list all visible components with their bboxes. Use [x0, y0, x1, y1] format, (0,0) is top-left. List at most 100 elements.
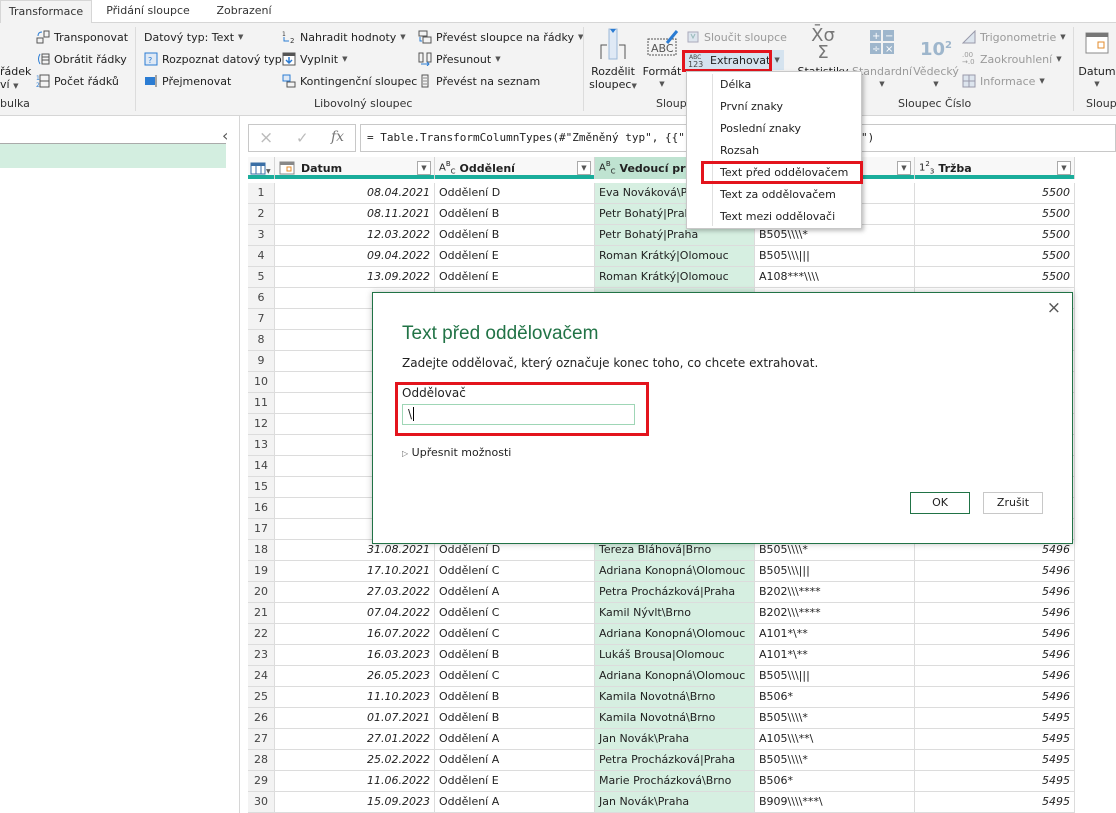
cell-kod[interactable]: A101*\** [755, 624, 915, 644]
cell-trzba[interactable]: 5500 [915, 225, 1075, 245]
cell-kod[interactable]: A108***\\\\ [755, 267, 915, 287]
cell-datum[interactable]: 13.09.2022 [275, 267, 435, 287]
cell-kod[interactable]: A101*\** [755, 645, 915, 665]
row-number[interactable]: 28 [248, 750, 275, 770]
cell-datum[interactable]: 26.05.2023 [275, 666, 435, 686]
filter-dropdown-icon[interactable]: ▼ [417, 161, 431, 175]
rename-button[interactable]: Přejmenovat [144, 72, 231, 90]
fx-icon[interactable]: fx [331, 129, 344, 145]
detect-data-type-button[interactable]: ? Rozpoznat datový typ [144, 50, 282, 68]
table-row[interactable]: 3 12.03.2022 Oddělení B Petr Bohatý|Praha B5… [248, 225, 1075, 246]
cell-kod[interactable]: A105\\\**\ [755, 729, 915, 749]
close-icon[interactable]: × [1047, 298, 1061, 318]
tab-pridani-sloupce[interactable]: Přidání sloupce [96, 0, 200, 23]
cell-oddeleni[interactable]: Oddělení B [435, 687, 595, 707]
cell-kod[interactable]: B505\\\||| [755, 666, 915, 686]
cell-oddeleni[interactable]: Oddělení B [435, 225, 595, 245]
table-row[interactable]: 25 11.10.2023 Oddělení B Kamila Novotná\Brn… [248, 687, 1075, 708]
table-row[interactable]: 2 08.11.2021 Oddělení B Petr Bohatý|Praha 55… [248, 204, 1075, 225]
cell-datum[interactable]: 08.11.2021 [275, 204, 435, 224]
row-number[interactable]: 18 [248, 540, 275, 560]
cell-trzba[interactable]: 5495 [915, 771, 1075, 791]
row-number[interactable]: 15 [248, 477, 275, 497]
table-row[interactable]: 29 11.06.2022 Oddělení E Marie Procházková\… [248, 771, 1075, 792]
table-row[interactable]: 19 17.10.2021 Oddělení C Adriana Konopná\Ol… [248, 561, 1075, 582]
row-header-button[interactable]: řádek ví ▼ [0, 65, 34, 93]
selected-query-item[interactable] [0, 144, 226, 168]
cell-vedouci[interactable]: Adriana Konopná\Olomouc [595, 666, 755, 686]
cell-datum[interactable]: 16.03.2023 [275, 645, 435, 665]
cell-oddeleni[interactable]: Oddělení E [435, 246, 595, 266]
cell-oddeleni[interactable]: Oddělení B [435, 204, 595, 224]
format-button[interactable]: ABC Formát ▼ [642, 27, 682, 91]
tab-zobrazeni[interactable]: Zobrazení [206, 0, 282, 23]
scientific-button[interactable]: 102 Vědecký ▼ [912, 27, 960, 91]
cell-vedouci[interactable]: Kamila Novotná\Brno [595, 687, 755, 707]
cell-trzba[interactable]: 5496 [915, 561, 1075, 581]
cell-trzba[interactable]: 5496 [915, 624, 1075, 644]
cell-trzba[interactable]: 5496 [915, 666, 1075, 686]
menu-item-text-between-delimiters[interactable]: Text mezi oddělovači [688, 206, 860, 228]
row-number[interactable]: 27 [248, 729, 275, 749]
cell-vedouci[interactable]: Lukáš Brousa|Olomouc [595, 645, 755, 665]
row-number[interactable]: 4 [248, 246, 275, 266]
cell-datum[interactable]: 09.04.2022 [275, 246, 435, 266]
cell-kod[interactable]: B202\\\**** [755, 582, 915, 602]
row-number[interactable]: 24 [248, 666, 275, 686]
row-number[interactable]: 26 [248, 708, 275, 728]
table-row[interactable]: 27 27.01.2022 Oddělení A Jan Novák\Praha A10… [248, 729, 1075, 750]
cell-vedouci[interactable]: Adriana Konopná\Olomouc [595, 561, 755, 581]
count-rows-button[interactable]: 12 Počet řádků [36, 72, 119, 90]
table-row[interactable]: 26 01.07.2021 Oddělení B Kamila Novotná\Brn… [248, 708, 1075, 729]
row-number[interactable]: 16 [248, 498, 275, 518]
cell-datum[interactable]: 11.06.2022 [275, 771, 435, 791]
filter-dropdown-icon[interactable]: ▼ [897, 161, 911, 175]
rounding-button[interactable]: .00 →.0 Zaokrouhlení ▼ [962, 50, 1062, 68]
merge-columns-button[interactable]: Sloučit sloupce [686, 28, 787, 46]
convert-to-list-button[interactable]: Převést na seznam [418, 72, 540, 90]
row-number[interactable]: 29 [248, 771, 275, 791]
cell-vedouci[interactable]: Jan Novák\Praha [595, 792, 755, 812]
cell-kod[interactable]: B202\\\**** [755, 603, 915, 623]
cell-oddeleni[interactable]: Oddělení B [435, 645, 595, 665]
cell-trzba[interactable]: 5500 [915, 246, 1075, 266]
menu-item-last-characters[interactable]: Poslední znaky [688, 118, 860, 140]
split-column-button[interactable]: Rozdělit sloupec▼ [588, 27, 638, 93]
cell-oddeleni[interactable]: Oddělení B [435, 708, 595, 728]
row-number[interactable]: 30 [248, 792, 275, 812]
cell-kod[interactable]: B506* [755, 687, 915, 707]
information-button[interactable]: Informace ▼ [962, 72, 1045, 90]
cell-oddeleni[interactable]: Oddělení A [435, 582, 595, 602]
column-header-oddeleni[interactable]: ABC Oddělení ▼ [435, 157, 595, 179]
row-number[interactable]: 7 [248, 309, 275, 329]
cell-oddeleni[interactable]: Oddělení C [435, 603, 595, 623]
row-number[interactable]: 11 [248, 393, 275, 413]
cell-trzba[interactable]: 5495 [915, 792, 1075, 812]
cell-kod[interactable]: B506* [755, 771, 915, 791]
cell-datum[interactable]: 01.07.2021 [275, 708, 435, 728]
cell-datum[interactable]: 11.10.2023 [275, 687, 435, 707]
cell-trzba[interactable]: 5496 [915, 645, 1075, 665]
table-row[interactable]: 24 26.05.2023 Oddělení C Adriana Konopná\Ol… [248, 666, 1075, 687]
cell-oddeleni[interactable]: Oddělení D [435, 183, 595, 203]
cell-trzba[interactable]: 5496 [915, 582, 1075, 602]
cell-oddeleni[interactable]: Oddělení E [435, 267, 595, 287]
row-number[interactable]: 2 [248, 204, 275, 224]
table-row[interactable]: 30 15.09.2023 Oddělení A Jan Novák\Praha B90… [248, 792, 1075, 813]
move-button[interactable]: Přesunout ▼ [418, 50, 501, 68]
cell-oddeleni[interactable]: Oddělení C [435, 666, 595, 686]
row-number[interactable]: 9 [248, 351, 275, 371]
filter-dropdown-icon[interactable]: ▼ [577, 161, 591, 175]
cell-kod[interactable]: B505\\\\* [755, 750, 915, 770]
cell-datum[interactable]: 17.10.2021 [275, 561, 435, 581]
cell-vedouci[interactable]: Marie Procházková\Brno [595, 771, 755, 791]
cell-trzba[interactable]: 5495 [915, 750, 1075, 770]
cell-kod[interactable]: B505\\\||| [755, 561, 915, 581]
tab-transformace[interactable]: Transformace [0, 0, 92, 24]
cell-vedouci[interactable]: Roman Krátký|Olomouc [595, 246, 755, 266]
cell-vedouci[interactable]: Kamila Novotná\Brno [595, 708, 755, 728]
cell-oddeleni[interactable]: Oddělení A [435, 750, 595, 770]
cancel-formula-icon[interactable]: × [259, 128, 273, 148]
row-number[interactable]: 1 [248, 183, 275, 203]
cell-trzba[interactable]: 5500 [915, 204, 1075, 224]
